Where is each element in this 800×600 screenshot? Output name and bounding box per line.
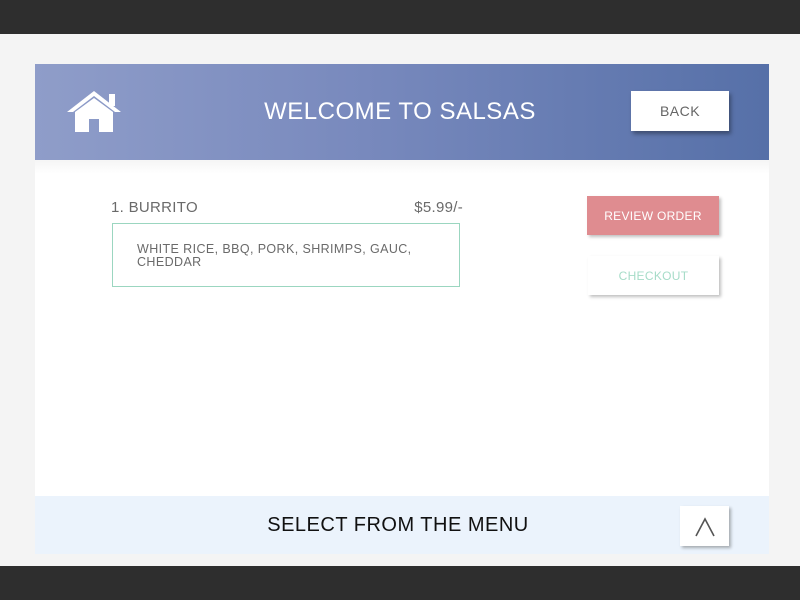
menu-item-description: WHITE RICE, BBQ, PORK, SHRIMPS, GAUC, CH…: [137, 242, 412, 269]
menu-item-price: $5.99/-: [414, 199, 463, 216]
header-bar: WELCOME TO SALSAS BACK: [35, 64, 769, 160]
app-window: WELCOME TO SALSAS BACK 1. BURRITO $5.99/…: [35, 64, 769, 554]
back-button[interactable]: BACK: [631, 91, 729, 131]
page-title: WELCOME TO SALSAS: [264, 98, 536, 125]
scroll-up-button[interactable]: [680, 506, 729, 546]
review-order-button[interactable]: REVIEW ORDER: [587, 196, 719, 235]
footer-prompt: SELECT FROM THE MENU: [267, 514, 529, 536]
top-system-bar: [0, 0, 800, 34]
menu-item-card[interactable]: WHITE RICE, BBQ, PORK, SHRIMPS, GAUC, CH…: [112, 223, 460, 287]
home-icon[interactable]: [65, 88, 123, 136]
bottom-system-bar: [0, 566, 800, 600]
chevron-up-icon: [695, 517, 715, 537]
footer-bar: SELECT FROM THE MENU: [35, 496, 769, 554]
header-divider: [35, 160, 769, 174]
checkout-button[interactable]: CHECKOUT: [588, 256, 719, 295]
menu-item-name: 1. BURRITO: [111, 199, 198, 216]
